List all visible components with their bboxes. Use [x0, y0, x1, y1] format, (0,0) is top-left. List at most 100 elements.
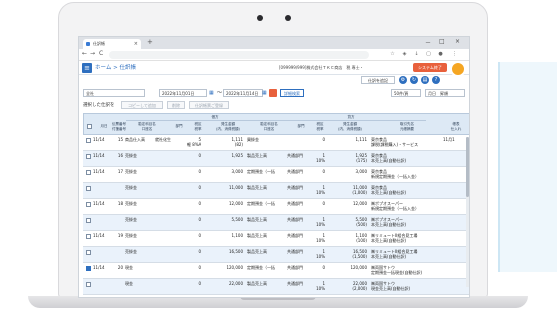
- row-checkbox[interactable]: [86, 266, 91, 271]
- table-row[interactable]: 売掛金 0 5,500 製品売上高 共通部門 1 10% 5,500 (500) ㈱ポプオスー…: [83, 215, 469, 231]
- row-checkbox[interactable]: [86, 218, 91, 223]
- cell-c-dept: 共通部門: [287, 185, 303, 190]
- cell-d-acc: 売掛金: [125, 169, 137, 174]
- cell-partner: ㈱両国サトウ 現金売上高(自動仕訳): [371, 281, 411, 291]
- table-row[interactable]: 売掛金 0 11,000 製品売上高 共通部門 1 10% 11,000 (1,000) 東京…: [83, 183, 469, 199]
- reload-icon[interactable]: C: [99, 50, 103, 57]
- table-row[interactable]: 11/14 19 売掛金 0 1,100 製品売上高 共通部門 1 10% 1,100 (100…: [83, 231, 469, 247]
- new-tab-button[interactable]: +: [147, 38, 153, 46]
- row-checkbox[interactable]: [86, 138, 91, 143]
- col-debit-tax: 税区 税率: [194, 122, 202, 131]
- print-icon[interactable]: ▤: [421, 76, 429, 84]
- row-checkbox[interactable]: [86, 250, 91, 255]
- cell-d-amt: 11,000: [229, 185, 243, 190]
- clear-filter-icon[interactable]: [269, 89, 277, 97]
- delete-button[interactable]: 削除: [167, 101, 185, 109]
- cell-d-amt: 22,000: [229, 281, 243, 286]
- cell-partner: ㈱リミュートII組合見工場 本売上高(自動仕訳): [371, 249, 418, 259]
- cell-c-tax: 1 10%: [316, 153, 325, 163]
- cell-partner: 東京食品 新規定期預金（一括入金）: [371, 169, 419, 179]
- col-debit-dept: 部門: [175, 124, 183, 128]
- browser-tab[interactable]: 仕訳帳 ×: [83, 39, 141, 49]
- cell-d-amt: 3,000: [231, 169, 243, 174]
- star-icon[interactable]: ☆: [389, 51, 396, 58]
- app-subheader: 仕訳を追記 ⚙ ↻ ▤ ?: [79, 75, 469, 86]
- cell-no: 16: [117, 153, 123, 158]
- per-page-select[interactable]: 50件/頁: [391, 89, 421, 97]
- table-row[interactable]: 売掛金 0 16,500 製品売上高 共通部門 1 10% 16,500 (1,500) ㈱リ…: [83, 247, 469, 263]
- cell-partner: 東京食品 課税(課税購入)・サービス: [371, 137, 419, 147]
- download-icon[interactable]: ↓: [413, 51, 420, 58]
- cell-c-tax: 0: [322, 201, 325, 206]
- cell-partner: ㈱ポプオスーパー 本売上高(自動仕訳): [371, 217, 407, 227]
- header-group-debit: 借方: [211, 115, 219, 119]
- cell-c-tax: 1 10%: [316, 249, 325, 259]
- window-close-icon[interactable]: ×: [455, 38, 460, 45]
- cell-d-acc: 売掛金: [125, 153, 137, 158]
- forward-icon[interactable]: →: [90, 50, 95, 57]
- cell-no: 17: [117, 169, 123, 174]
- cell-c-acc: 定期預金（一括: [247, 201, 275, 206]
- cell-d-acc: 商品仕入高: [125, 137, 145, 142]
- cell-date: 11/14: [93, 201, 105, 206]
- row-checkbox[interactable]: [86, 186, 91, 191]
- profile-icon[interactable]: ●: [437, 51, 444, 58]
- table-row[interactable]: 11/14 15 商品仕入高 就社化生 5 軽 8%A 1,111 (82) 買掛金 0 1,1…: [83, 135, 469, 151]
- row-checkbox[interactable]: [86, 282, 91, 287]
- table-row[interactable]: 11/14 17 売掛金 0 3,000 定期預金（一括 共通部門 0 3,000 東京食品 新規…: [83, 167, 469, 183]
- cell-c-tax: 1 10%: [316, 281, 325, 291]
- table-row[interactable]: 11/14 20 現金 0 120,000 定期預金（一括 共通部門 0 120,000 ㈱両国サ…: [83, 263, 469, 279]
- maximize-icon[interactable]: □: [439, 38, 445, 45]
- col-credit-amount: 発生金額 (内、消費税額): [338, 122, 362, 131]
- share-icon[interactable]: ▢: [425, 51, 432, 58]
- breadcrumb[interactable]: ホーム > 仕訳帳: [95, 63, 136, 73]
- table-row[interactable]: 11/14 18 売掛金 0 12,000 定期預金（一括 共通部門 0 12,000 ㈱ポプオス…: [83, 199, 469, 215]
- selection-label: 選択した仕訳を: [83, 103, 115, 108]
- cell-c-dept: 共通部門: [287, 153, 303, 158]
- sort-select[interactable]: 月日 昇順: [425, 89, 465, 97]
- cell-d-tax: 0: [198, 281, 201, 286]
- detail-search-button[interactable]: 詳細検索: [280, 89, 304, 97]
- calendar-icon[interactable]: ▦: [209, 90, 215, 96]
- copy-add-button[interactable]: コピーして追加: [121, 101, 163, 109]
- address-input[interactable]: [109, 51, 369, 59]
- cell-c-amt: 3,000: [355, 169, 367, 174]
- cell-date: 11/14: [93, 137, 105, 142]
- table-row[interactable]: 11/14 16 売掛金 0 1,925 製品売上高 共通部門 1 10% 1,925 (175…: [83, 151, 469, 167]
- vertical-scrollbar[interactable]: [466, 137, 469, 287]
- camera-dot: [257, 15, 263, 21]
- menu-icon[interactable]: ≡: [82, 63, 92, 73]
- col-input: 帳表 仕入れ: [450, 122, 462, 131]
- back-icon[interactable]: ←: [82, 50, 87, 57]
- select-all-checkbox[interactable]: [87, 124, 92, 129]
- row-checkbox[interactable]: [86, 170, 91, 175]
- laptop-screen: 仕訳帳 × + － □ × ← → C ☆ ◈ ↓ ▢ ● ⋮ ≡ ホーム > …: [78, 36, 470, 298]
- row-checkbox[interactable]: [86, 234, 91, 239]
- system-exit-button[interactable]: システム終了: [413, 63, 447, 72]
- cell-c-tax: 0: [322, 265, 325, 270]
- table-row[interactable]: 現金 0 22,000 製品売上高 共通部門 1 10% 22,000 (2,000) ㈱両国…: [83, 279, 469, 295]
- row-checkbox[interactable]: [86, 202, 91, 207]
- cell-d-amt: 120,000: [226, 265, 243, 270]
- cell-d-dept: 就社化生: [155, 137, 171, 142]
- help-icon[interactable]: ?: [432, 76, 440, 84]
- extension-icon[interactable]: ◈: [401, 51, 408, 58]
- header-divider: [126, 120, 302, 121]
- close-icon[interactable]: ×: [134, 39, 138, 49]
- cell-d-amt: 1,100: [231, 233, 243, 238]
- scope-select[interactable]: 全社: [83, 89, 145, 97]
- cell-d-tax: 0: [198, 201, 201, 206]
- settings-icon[interactable]: ⚙: [399, 76, 407, 84]
- row-checkbox[interactable]: [86, 154, 91, 159]
- date-to-input[interactable]: 2022年11月14日: [223, 89, 263, 97]
- cell-c-amt: 1,111: [355, 137, 367, 142]
- refresh-icon[interactable]: ↻: [410, 76, 418, 84]
- print-register-button[interactable]: 仕訳帳票ご登録: [189, 101, 229, 109]
- menu-dots-icon[interactable]: ⋮: [451, 51, 458, 58]
- add-journal-button[interactable]: 仕訳を追記: [361, 76, 395, 84]
- calendar-icon[interactable]: ▦: [262, 90, 268, 96]
- minimize-icon[interactable]: －: [425, 38, 431, 47]
- cell-d-amt: 12,000: [229, 201, 243, 206]
- scrollbar-thumb[interactable]: [466, 137, 469, 197]
- date-from-input[interactable]: 2022年11月01日: [159, 89, 207, 97]
